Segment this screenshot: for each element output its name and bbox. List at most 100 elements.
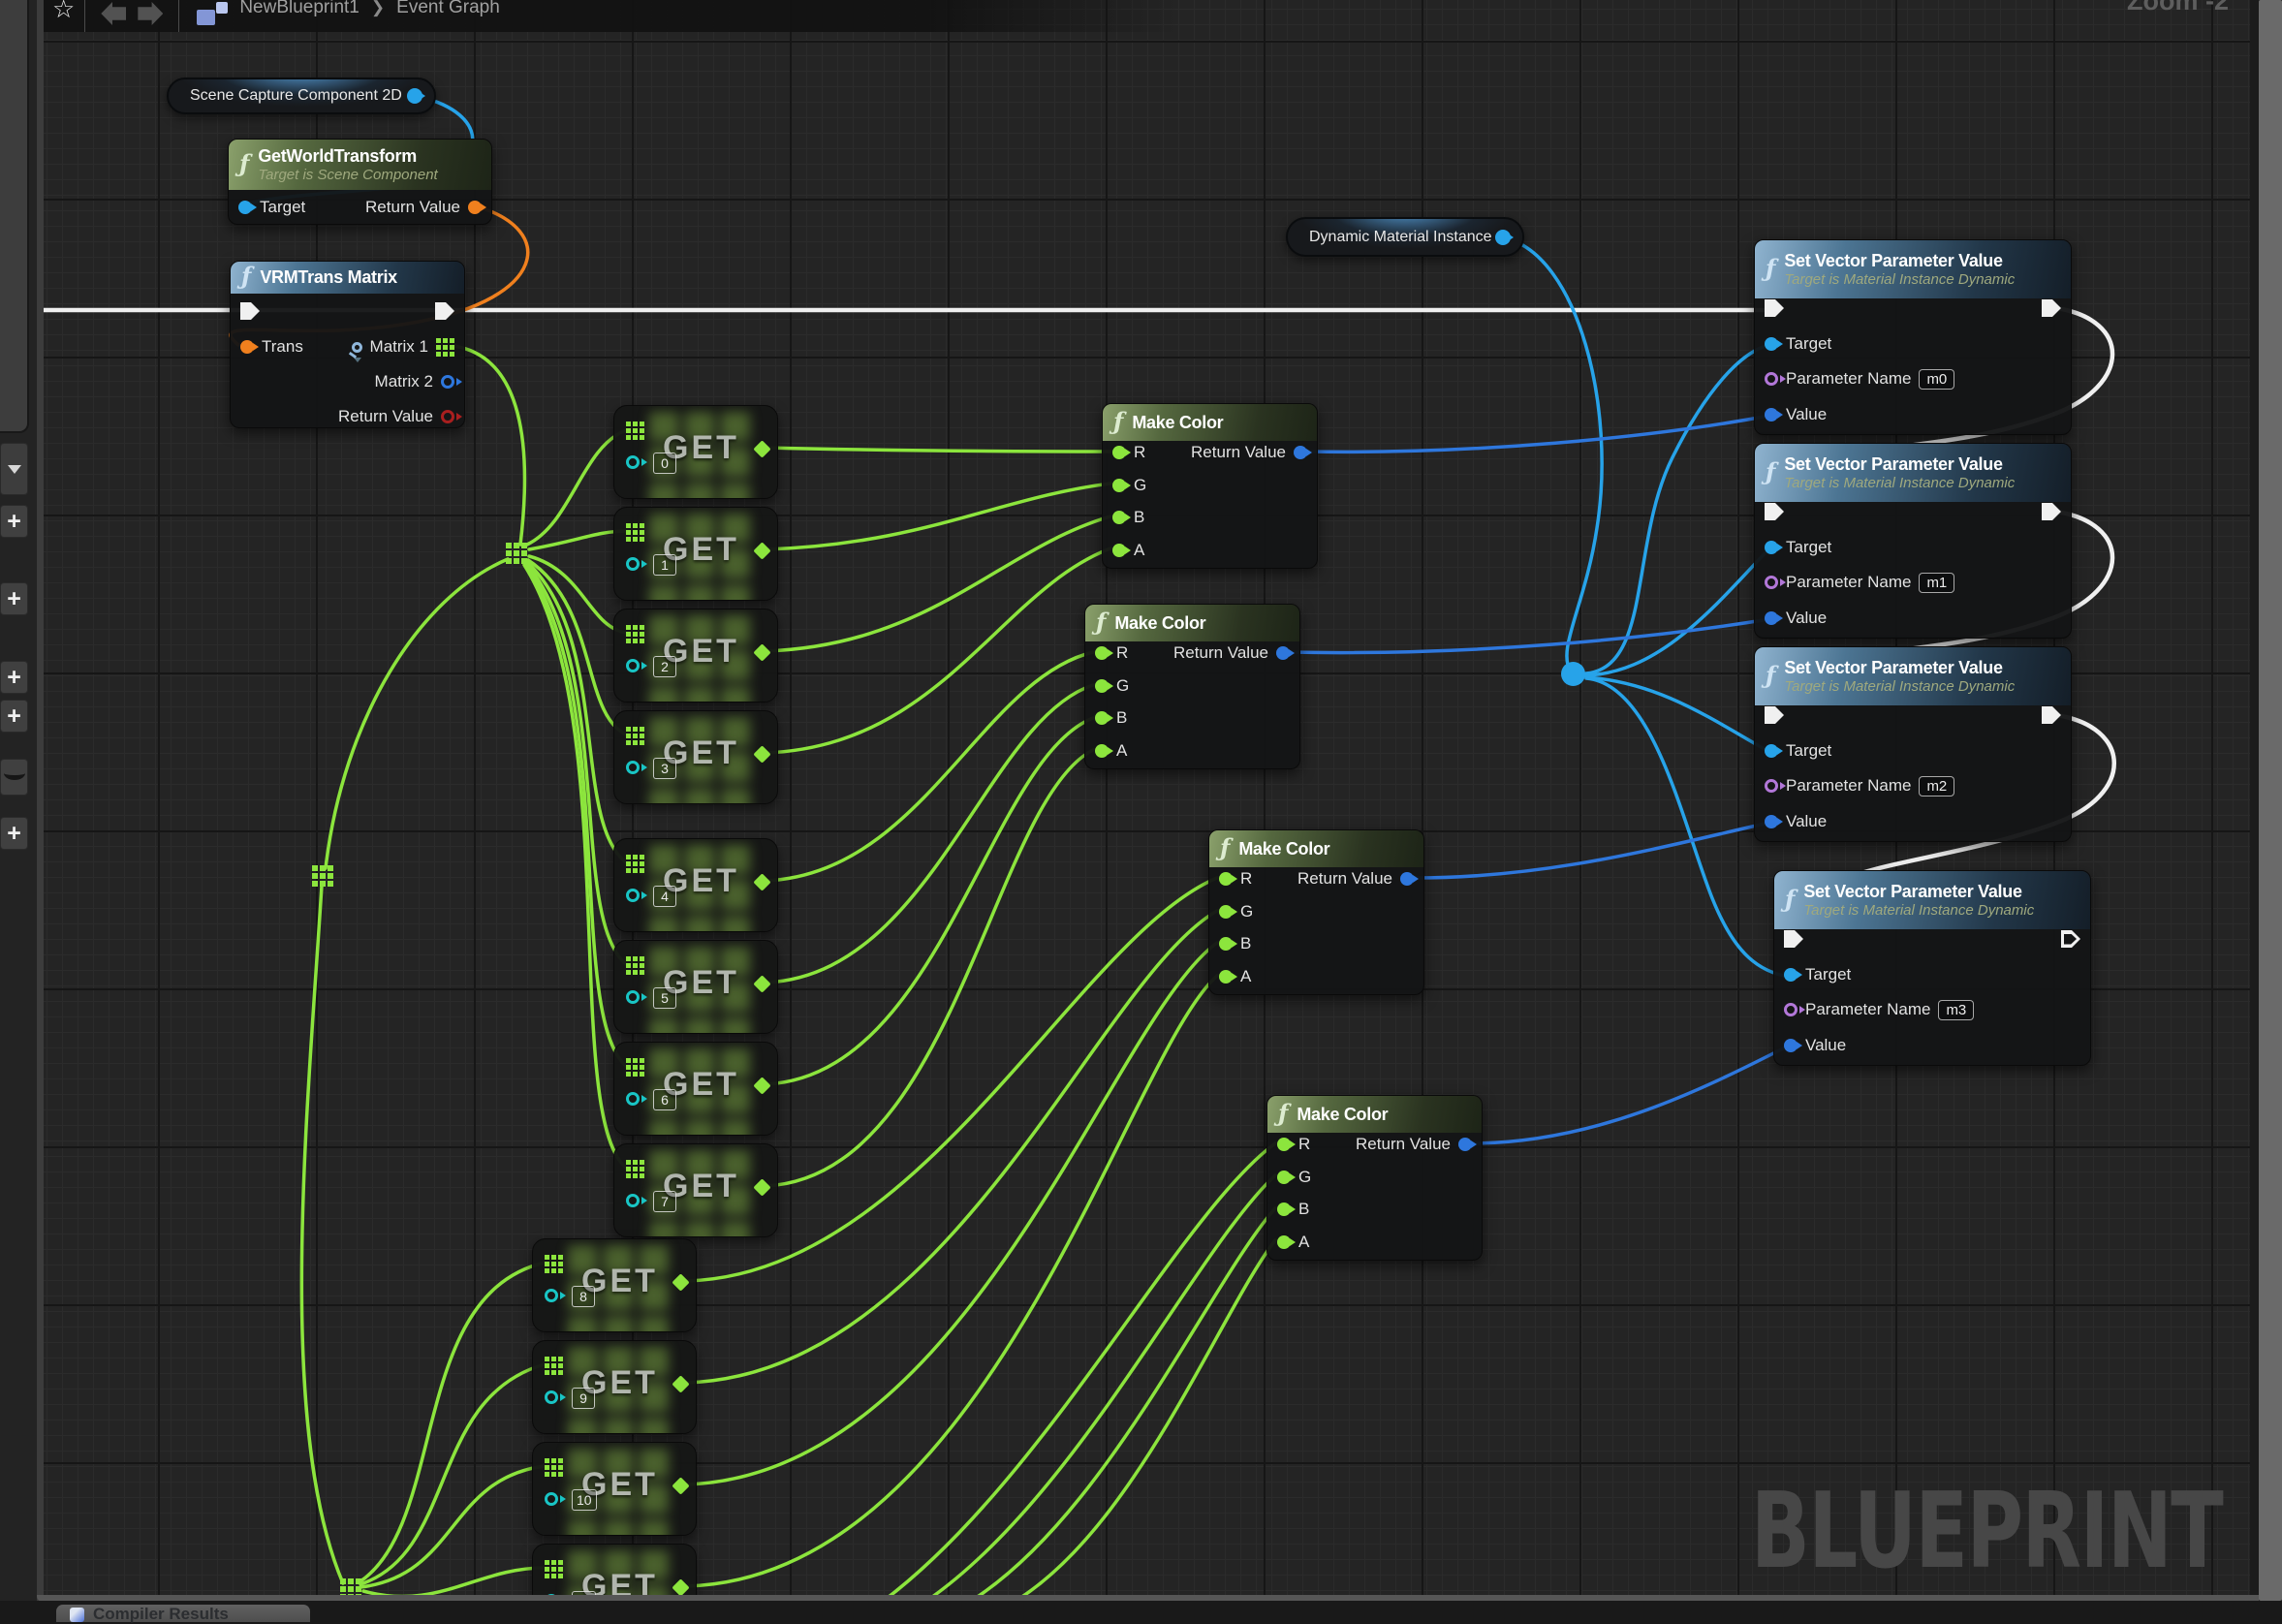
value-input-pin[interactable] — [1765, 611, 1778, 625]
set-vector-parameter-value-node[interactable]: ƒSet Vector Parameter ValueTarget is Mat… — [1754, 443, 2072, 639]
index-input-pin[interactable] — [626, 557, 640, 571]
get-array-element-node[interactable]: GET10 — [532, 1442, 697, 1536]
array-input-pin[interactable] — [626, 422, 644, 440]
array-input-pin[interactable] — [545, 1357, 563, 1375]
make-color-node[interactable]: ƒMake ColorRGBAReturn Value — [1208, 829, 1424, 995]
b-input-pin[interactable] — [1277, 1202, 1291, 1216]
output-pin[interactable] — [753, 1077, 770, 1094]
exec-pin[interactable] — [2042, 706, 2061, 724]
b-input-pin[interactable] — [1095, 711, 1109, 725]
forward-arrow-icon[interactable] — [138, 2, 163, 25]
event-graph-canvas[interactable]: BLUEPRINT Scene Capture Component 2DDyna… — [44, 0, 2250, 1601]
output-pin[interactable] — [672, 1578, 689, 1596]
output-pin[interactable] — [753, 643, 770, 661]
parameter-name-value[interactable]: m2 — [1919, 776, 1954, 796]
r-input-pin[interactable] — [1277, 1138, 1291, 1151]
index-input-pin[interactable] — [545, 1492, 558, 1506]
index-value[interactable]: 5 — [653, 987, 676, 1009]
back-arrow-icon[interactable] — [101, 2, 126, 25]
index-value[interactable]: 3 — [653, 758, 676, 779]
exec-pin[interactable] — [435, 302, 454, 320]
array-input-pin[interactable] — [545, 1255, 563, 1273]
set-vector-parameter-value-node[interactable]: ƒSet Vector Parameter ValueTarget is Mat… — [1754, 239, 2072, 435]
get-array-element-node[interactable]: GET8 — [532, 1238, 697, 1332]
exec-pin[interactable] — [1765, 503, 1784, 520]
get-array-element-node[interactable]: GET4 — [613, 838, 778, 932]
index-input-pin[interactable] — [545, 1390, 558, 1404]
g-input-pin[interactable] — [1277, 1171, 1291, 1184]
object-output-pin[interactable] — [1495, 230, 1511, 245]
return-value-output-pin[interactable] — [441, 410, 454, 423]
return-value-output-pin[interactable] — [1276, 646, 1290, 660]
output-pin[interactable] — [753, 975, 770, 992]
add-button[interactable]: + — [0, 661, 28, 694]
g-input-pin[interactable] — [1112, 479, 1126, 492]
array-reroute-node[interactable] — [506, 543, 527, 564]
exec-pin[interactable] — [2061, 930, 2080, 948]
parameter-name-input-pin[interactable] — [1765, 779, 1778, 793]
array-input-pin[interactable] — [626, 1160, 644, 1178]
index-value[interactable]: 9 — [572, 1388, 595, 1409]
a-input-pin[interactable] — [1095, 744, 1109, 758]
parameter-name-value[interactable]: m0 — [1919, 369, 1954, 390]
get-array-element-node[interactable]: GET1 — [613, 507, 778, 601]
vrmtrans-matrix-node[interactable]: ƒVRMTrans MatrixTransMatrix 1Matrix 2Ret… — [230, 261, 465, 428]
r-input-pin[interactable] — [1112, 446, 1126, 459]
r-input-pin[interactable] — [1095, 646, 1109, 660]
index-value[interactable]: 10 — [572, 1489, 597, 1511]
return-value-output-pin[interactable] — [468, 201, 482, 214]
output-pin[interactable] — [672, 1375, 689, 1392]
add-button[interactable]: + — [0, 700, 28, 733]
array-input-pin[interactable] — [545, 1560, 563, 1578]
matrix2-output-pin[interactable] — [441, 375, 454, 389]
breadcrumb-blueprint[interactable]: NewBlueprint1 — [239, 0, 359, 18]
exec-pin[interactable] — [240, 302, 260, 320]
index-value[interactable]: 6 — [653, 1089, 676, 1110]
array-input-pin[interactable] — [626, 855, 644, 873]
index-input-pin[interactable] — [626, 889, 640, 902]
scrollbar-thumb[interactable] — [2259, 0, 2282, 1601]
value-input-pin[interactable] — [1765, 815, 1778, 828]
trans-input-pin[interactable] — [240, 340, 254, 354]
output-pin[interactable] — [672, 1477, 689, 1494]
add-button[interactable]: + — [0, 582, 28, 615]
index-value[interactable]: 2 — [653, 656, 676, 677]
breadcrumb-graph[interactable]: Event Graph — [396, 0, 500, 18]
index-value[interactable]: 1 — [653, 554, 676, 576]
g-input-pin[interactable] — [1095, 679, 1109, 693]
array-input-pin[interactable] — [626, 625, 644, 643]
get-array-element-node[interactable]: GET11 — [532, 1544, 697, 1601]
index-value[interactable]: 0 — [653, 453, 676, 474]
array-input-pin[interactable] — [626, 523, 644, 542]
return-value-output-pin[interactable] — [1294, 446, 1307, 459]
index-input-pin[interactable] — [626, 455, 640, 469]
exec-pin[interactable] — [2042, 503, 2061, 520]
target-input-pin[interactable] — [238, 201, 252, 214]
value-input-pin[interactable] — [1784, 1039, 1797, 1052]
index-input-pin[interactable] — [626, 1194, 640, 1207]
array-input-pin[interactable] — [626, 1058, 644, 1077]
index-input-pin[interactable] — [626, 990, 640, 1004]
b-input-pin[interactable] — [1112, 511, 1126, 524]
target-input-pin[interactable] — [1765, 744, 1778, 758]
add-button[interactable]: + — [0, 505, 28, 538]
make-color-node[interactable]: ƒMake ColorRGBAReturn Value — [1084, 604, 1300, 769]
make-color-node[interactable]: ƒMake ColorRGBAReturn Value — [1266, 1095, 1483, 1261]
make-color-node[interactable]: ƒMake ColorRGBAReturn Value — [1102, 403, 1318, 569]
r-input-pin[interactable] — [1219, 872, 1233, 886]
exec-pin[interactable] — [1765, 706, 1784, 724]
b-input-pin[interactable] — [1219, 937, 1233, 951]
panel-splitter[interactable] — [37, 0, 44, 1622]
parameter-name-input-pin[interactable] — [1765, 372, 1778, 386]
exec-pin[interactable] — [1765, 299, 1784, 317]
favorite-star-icon[interactable]: ☆ — [52, 0, 75, 24]
array-input-pin[interactable] — [626, 956, 644, 975]
get-array-element-node[interactable]: GET2 — [613, 609, 778, 703]
target-input-pin[interactable] — [1784, 968, 1797, 982]
output-pin[interactable] — [753, 873, 770, 890]
a-input-pin[interactable] — [1219, 970, 1233, 984]
compiler-results-tab[interactable]: Compiler Results — [56, 1605, 310, 1622]
eye-button[interactable] — [0, 759, 28, 796]
target-input-pin[interactable] — [1765, 337, 1778, 351]
a-input-pin[interactable] — [1277, 1235, 1291, 1249]
